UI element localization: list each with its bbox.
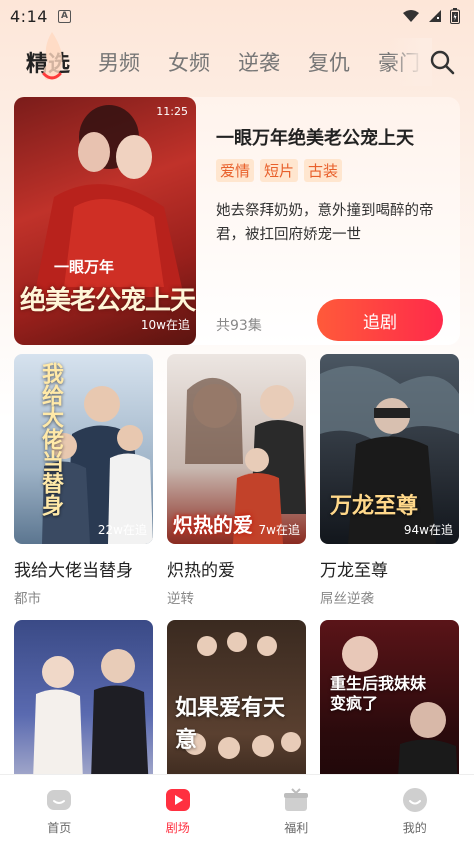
card-title[interactable]: 我给大佬当替身 <box>14 556 153 581</box>
tab-revenge[interactable]: 复仇 <box>308 47 350 77</box>
card-views: 22w在追 <box>97 523 147 537</box>
nav-home[interactable]: 首页 <box>0 775 119 842</box>
tab-comeback[interactable]: 逆袭 <box>238 47 280 77</box>
card-title[interactable]: 万龙至尊 <box>320 556 459 581</box>
card-views: 94w在追 <box>403 523 453 537</box>
wifi-icon <box>403 10 419 22</box>
nav-label: 首页 <box>47 821 72 835</box>
poster-views: 10w在追 <box>140 318 190 332</box>
poster-duration: 11:25 <box>156 105 188 118</box>
poster-calligraphy: 如果爱有天意 <box>175 695 286 753</box>
card-genre: 都市 <box>14 591 41 607</box>
nav-label: 剧场 <box>165 821 190 835</box>
tag: 爱情 <box>216 159 255 182</box>
status-time: 4:14 <box>10 6 48 26</box>
tab-male[interactable]: 男频 <box>98 47 140 77</box>
tab-fade <box>390 38 432 86</box>
drama-card[interactable]: 炽热的爱 7w在追 炽热的爱 逆转 <box>167 354 306 607</box>
poster-calligraphy: 我给大佬当替身 <box>38 362 64 516</box>
card-poster[interactable]: 万龙至尊 94w在追 <box>320 354 459 544</box>
poster-calligraphy: 重生后我妹妹变疯了 <box>330 674 427 713</box>
follow-button[interactable]: 追剧 <box>317 299 443 341</box>
featured-tags: 爱情 短片 古装 <box>216 159 343 182</box>
featured-title[interactable]: 一眼万年绝美老公宠上天 <box>216 124 414 150</box>
profile-icon <box>402 788 427 812</box>
nav-welfare[interactable]: 福利 <box>237 775 356 842</box>
card-poster[interactable]: 我给大佬当替身 22w在追 <box>14 354 153 544</box>
nav-profile[interactable]: 我的 <box>356 775 474 842</box>
search-icon[interactable] <box>428 48 456 76</box>
tab-female[interactable]: 女频 <box>168 47 210 77</box>
poster-calligraphy: 万龙至尊 <box>330 493 419 519</box>
home-icon <box>47 790 72 810</box>
notification-badge-icon: A <box>57 9 71 23</box>
poster-calligraphy-main: 绝美老公宠上天 <box>20 286 196 316</box>
card-poster[interactable]: 炽热的爱 7w在追 <box>167 354 306 544</box>
tag: 短片 <box>260 159 299 182</box>
bottom-navigation: 首页 剧场 福利 我的 <box>0 774 474 842</box>
drama-card[interactable]: 万龙至尊 94w在追 万龙至尊 屌丝逆袭 <box>320 354 459 607</box>
tag: 古装 <box>304 159 343 182</box>
card-title[interactable]: 炽热的爱 <box>167 556 306 581</box>
featured-drama-card[interactable]: 11:25 一眼万年 绝美老公宠上天 10w在追 一眼万年绝美老公宠上天 爱情 … <box>14 97 460 345</box>
episode-count: 共93集 <box>216 318 262 334</box>
battery-icon <box>450 8 460 24</box>
theater-icon <box>165 789 190 811</box>
card-genre: 屌丝逆袭 <box>320 591 374 607</box>
status-bar: 4:14 A <box>0 0 474 32</box>
featured-poster[interactable]: 11:25 一眼万年 绝美老公宠上天 10w在追 <box>14 97 196 345</box>
nav-label: 福利 <box>284 821 309 835</box>
nav-theater[interactable]: 剧场 <box>119 775 238 842</box>
poster-calligraphy-top: 一眼万年 <box>54 258 115 276</box>
category-tabs: 精选 男频 女频 逆袭 复仇 豪门 <box>0 38 474 86</box>
active-tab-flame-icon <box>42 32 63 80</box>
signal-icon <box>429 10 441 22</box>
nav-label: 我的 <box>402 821 427 835</box>
poster-calligraphy: 炽热的爱 <box>173 513 253 537</box>
card-views: 7w在追 <box>258 523 300 537</box>
drama-card[interactable]: 我给大佬当替身 22w在追 我给大佬当替身 都市 <box>14 354 153 607</box>
card-genre: 逆转 <box>167 591 194 607</box>
gift-icon <box>284 788 309 811</box>
featured-description: 她去祭拜奶奶，意外撞到喝醉的帝君，被扛回府娇宠一世 <box>216 203 434 243</box>
